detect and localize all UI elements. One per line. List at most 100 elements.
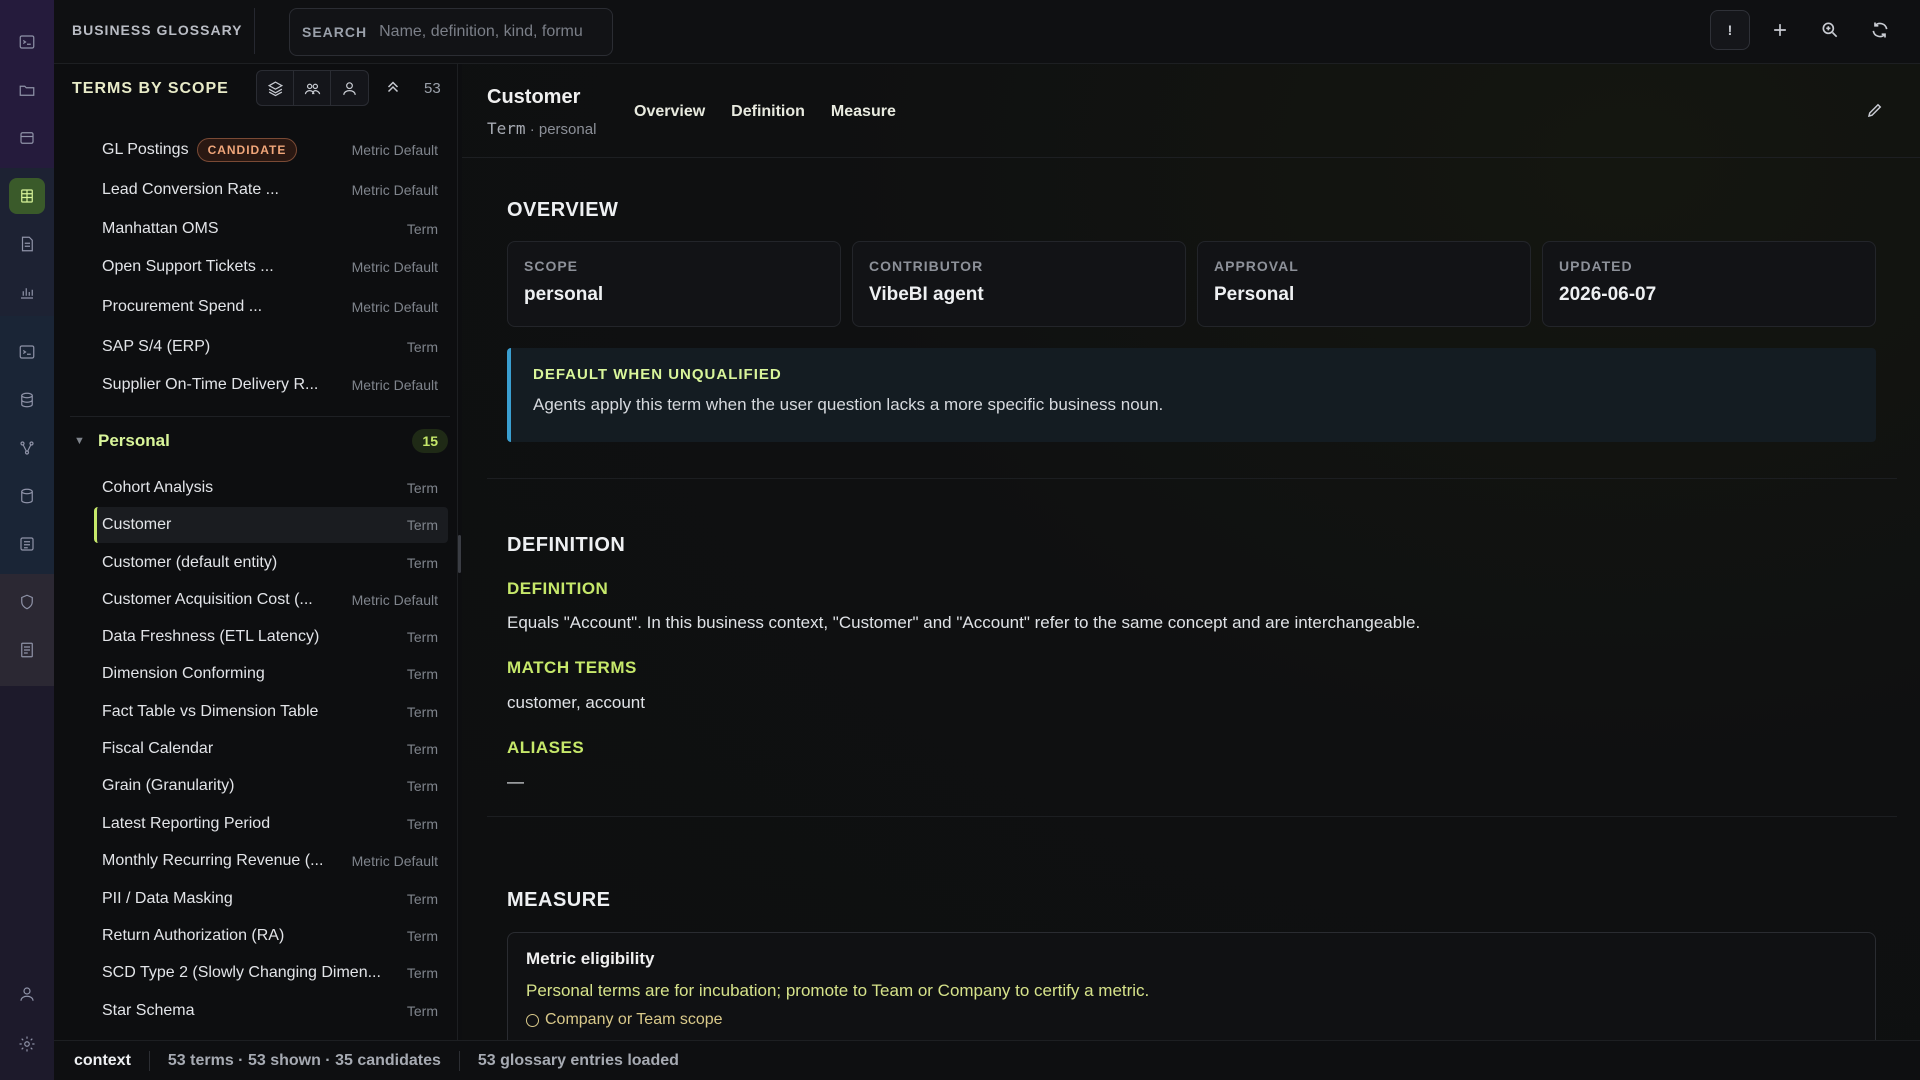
edit-icon[interactable]	[1866, 101, 1884, 124]
console-icon[interactable]	[9, 334, 45, 370]
term-kind: Metric Default	[351, 259, 438, 275]
terms-panel: TERMS BY SCOPE 53 GL Postings CANDIDATE …	[54, 64, 458, 1040]
collapse-all-icon[interactable]	[384, 78, 402, 101]
chart-icon[interactable]	[9, 274, 45, 310]
term-name: Procurement Spend ...	[102, 298, 263, 315]
person-icon[interactable]	[331, 71, 368, 105]
term-kind: Term	[406, 965, 438, 981]
list-item[interactable]: Open Support Tickets ... Metric Default	[94, 249, 448, 285]
card-value: personal	[524, 284, 604, 305]
list-item[interactable]: Procurement Spend ... Metric Default	[94, 289, 448, 325]
term-kind: Term	[406, 816, 438, 832]
term-kind: Term	[406, 339, 438, 355]
term-kind: Term	[406, 480, 438, 496]
term-kind: Term	[406, 741, 438, 757]
term-name: Data Freshness (ETL Latency)	[102, 628, 320, 645]
storage-icon[interactable]	[9, 478, 45, 514]
updated-card: UPDATED 2026-06-07	[1542, 241, 1876, 327]
entity-title: Customer	[487, 86, 581, 108]
app-title: BUSINESS GLOSSARY	[72, 22, 243, 38]
list-item[interactable]: Supplier On-Time Delivery R... Metric De…	[94, 367, 448, 403]
list-icon[interactable]	[9, 526, 45, 562]
scope-filter	[256, 70, 369, 106]
term-name: Star Schema	[102, 1002, 195, 1019]
glossary-icon[interactable]	[9, 178, 45, 214]
notes-icon[interactable]	[9, 632, 45, 668]
divider	[458, 1050, 460, 1071]
archive-icon[interactable]	[9, 120, 45, 156]
layers-icon[interactable]	[257, 71, 294, 105]
tab-overview[interactable]: Overview	[634, 103, 705, 121]
definition-text: Equals "Account". In this business conte…	[507, 613, 1421, 632]
list-item[interactable]: SCD Type 2 (Slowly Changing Dimen... Ter…	[94, 955, 448, 991]
list-item[interactable]: Monthly Recurring Revenue (... Metric De…	[94, 843, 448, 879]
measure-heading: MEASURE	[507, 889, 611, 911]
term-kind: Metric Default	[351, 853, 438, 869]
list-item[interactable]: Fact Table vs Dimension Table Term	[94, 694, 448, 730]
list-item[interactable]: Customer (default entity) Term	[94, 545, 448, 581]
approval-card: APPROVAL Personal	[1197, 241, 1531, 327]
list-item[interactable]: Return Authorization (RA) Term	[94, 918, 448, 954]
team-icon[interactable]	[294, 71, 331, 105]
list-item[interactable]: PII / Data Masking Term	[94, 881, 448, 917]
term-name: Supplier On-Time Delivery R...	[102, 376, 319, 393]
add-icon[interactable]	[1760, 10, 1800, 50]
match-terms-label: MATCH TERMS	[507, 658, 637, 677]
entity-subtitle: Term · personal	[487, 119, 596, 138]
term-name: Return Authorization (RA)	[102, 927, 285, 944]
group-personal[interactable]: ▼ Personal 15	[70, 423, 448, 459]
metric-eligibility-title: Metric eligibility	[526, 949, 655, 968]
database-icon[interactable]	[9, 382, 45, 418]
terminal-icon[interactable]	[9, 24, 45, 60]
user-icon[interactable]	[9, 976, 45, 1012]
zoom-icon[interactable]	[1810, 10, 1850, 50]
search-input[interactable]	[379, 23, 590, 41]
list-item[interactable]: SAP S/4 (ERP) Term	[94, 329, 448, 365]
list-item[interactable]: Lead Conversion Rate ... Metric Default	[94, 172, 448, 208]
candidate-badge: CANDIDATE	[196, 138, 298, 162]
refresh-icon[interactable]	[1860, 10, 1900, 50]
list-item[interactable]: Grain (Granularity) Term	[94, 768, 448, 804]
term-kind: Metric Default	[351, 142, 438, 158]
search-box[interactable]: SEARCH	[289, 8, 613, 56]
top-actions: !	[1710, 10, 1900, 50]
document-icon[interactable]	[9, 226, 45, 262]
aliases-label: ALIASES	[507, 738, 585, 757]
term-kind: Term	[406, 704, 438, 720]
list-item[interactable]: Cohort Analysis Term	[94, 470, 448, 506]
term-kind: Term	[406, 221, 438, 237]
match-terms-text: customer, account	[507, 693, 645, 712]
list-item[interactable]: Star Schema Term	[94, 993, 448, 1029]
loaded-status: 53 glossary entries loaded	[477, 1051, 679, 1069]
entity-kind: Term	[487, 119, 526, 138]
list-item[interactable]: Dimension Conforming Term	[94, 656, 448, 692]
scrollbar-thumb[interactable]	[458, 535, 461, 573]
list-item[interactable]: Data Freshness (ETL Latency) Term	[94, 619, 448, 655]
detail-tabs: Overview Definition Measure	[634, 103, 896, 121]
tab-measure[interactable]: Measure	[831, 103, 896, 121]
list-item[interactable]: GL Postings CANDIDATE Metric Default	[94, 132, 448, 168]
term-kind: Metric Default	[351, 592, 438, 608]
list-item[interactable]: Customer Acquisition Cost (... Metric De…	[94, 582, 448, 618]
term-name: Latest Reporting Period	[102, 815, 271, 832]
folder-icon[interactable]	[9, 72, 45, 108]
term-kind: Term	[406, 629, 438, 645]
total-count: 53	[424, 80, 441, 97]
graph-icon[interactable]	[9, 430, 45, 466]
list-item-selected[interactable]: Customer Term	[94, 507, 448, 543]
group-count: 15	[412, 429, 448, 453]
requirement-text: Company or Team scope	[545, 1011, 723, 1028]
list-item[interactable]: Manhattan OMS Term	[94, 211, 448, 247]
scope-card: SCOPE personal	[507, 241, 841, 327]
status-bar: context 53 terms · 53 shown · 35 candida…	[54, 1040, 1920, 1080]
gear-icon[interactable]	[9, 1026, 45, 1062]
term-name: Grain (Granularity)	[102, 777, 235, 794]
alert-button[interactable]: !	[1710, 10, 1750, 50]
caret-down-icon[interactable]: ▼	[70, 435, 94, 447]
list-item[interactable]: Fiscal Calendar Term	[94, 731, 448, 767]
shield-icon[interactable]	[9, 584, 45, 620]
term-name: Lead Conversion Rate ...	[102, 181, 279, 198]
list-item[interactable]: Latest Reporting Period Term	[94, 806, 448, 842]
tab-definition[interactable]: Definition	[731, 103, 805, 121]
card-label: CONTRIBUTOR	[869, 258, 984, 274]
